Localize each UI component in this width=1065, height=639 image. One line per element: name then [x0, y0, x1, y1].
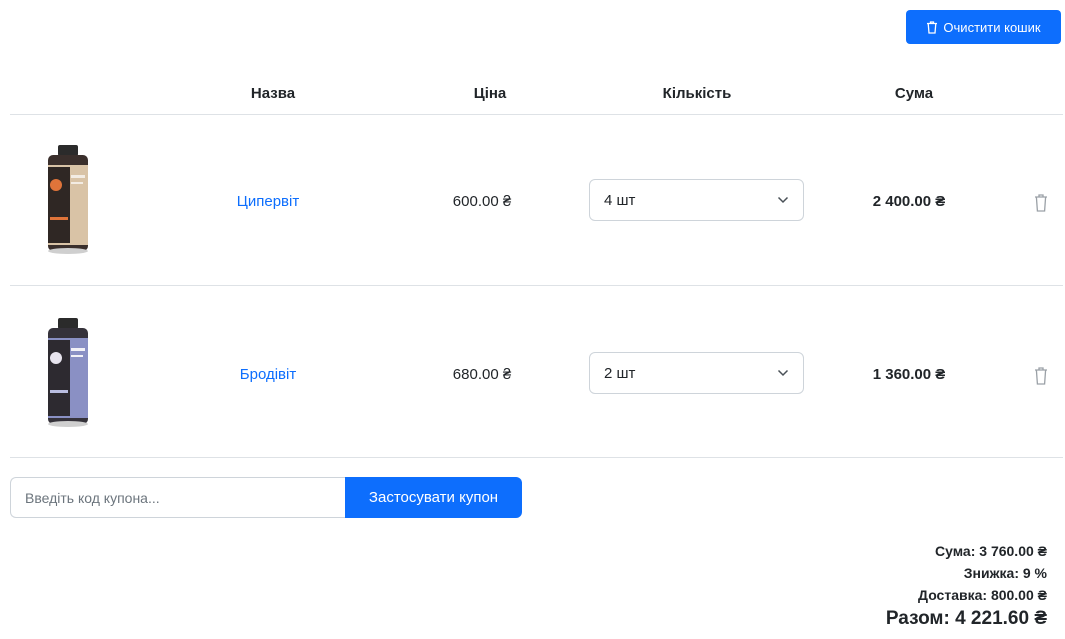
header-sum: Сума — [894, 85, 934, 102]
table-row: Ципервіт 600.00 ₴ 4 шт 2 400.00 ₴ — [0, 115, 1063, 285]
quantity-value: 2 шт — [604, 364, 636, 382]
header-price: Ціна — [473, 85, 507, 102]
divider — [10, 457, 1063, 458]
clear-cart-button[interactable]: Очистити кошик — [906, 10, 1061, 44]
header-name: Назва — [250, 85, 296, 102]
divider — [10, 285, 1063, 286]
table-header: Назва Ціна Кількість Сума — [0, 80, 1063, 110]
coupon-input[interactable] — [10, 477, 345, 518]
grand-total-text: Разом: 4 221.60 ₴ — [885, 608, 1047, 629]
apply-coupon-button[interactable]: Застосувати купон — [345, 477, 522, 518]
order-totals: Сума: 3 760.00 ₴ Знижка: 9 % Доставка: 8… — [886, 540, 1047, 632]
product-link[interactable]: Ципервіт — [237, 193, 299, 210]
table-row: Бродівіт 680.00 ₴ 2 шт 1 360.00 ₴ — [0, 288, 1063, 458]
trash-icon[interactable] — [1033, 366, 1049, 386]
chevron-down-icon — [777, 369, 789, 377]
chevron-down-icon — [777, 196, 789, 204]
product-link[interactable]: Бродівіт — [240, 366, 296, 383]
trash-icon — [927, 20, 938, 34]
discount-text: Знижка: 9 % — [963, 565, 1047, 581]
header-quantity: Кількість — [662, 85, 732, 102]
row-sum: 1 360.00 ₴ — [872, 366, 946, 383]
product-image — [48, 318, 88, 427]
trash-icon[interactable] — [1033, 193, 1049, 213]
product-image — [48, 145, 88, 254]
delivery-text: Доставка: 800.00 ₴ — [918, 587, 1047, 603]
quantity-value: 4 шт — [604, 191, 636, 209]
quantity-select[interactable]: 2 шт — [589, 352, 804, 394]
product-price: 680.00 ₴ — [452, 366, 512, 383]
quantity-select[interactable]: 4 шт — [589, 179, 804, 221]
row-sum: 2 400.00 ₴ — [872, 193, 946, 210]
product-price: 600.00 ₴ — [452, 193, 512, 210]
subtotal-text: Сума: 3 760.00 ₴ — [935, 543, 1047, 559]
clear-cart-label: Очистити кошик — [943, 19, 1041, 35]
